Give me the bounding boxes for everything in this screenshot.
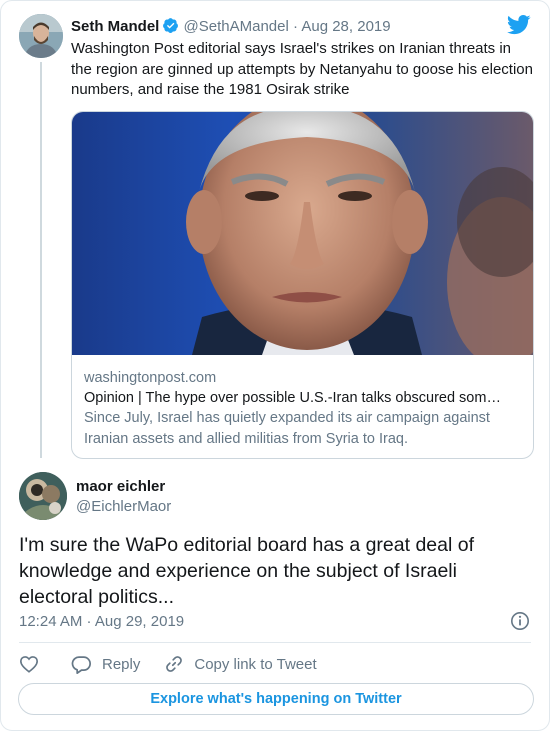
article-description: Since July, Israel has quietly expanded … bbox=[84, 410, 490, 447]
main-handle[interactable]: @EichlerMaor bbox=[76, 498, 171, 515]
article-thumbnail-image bbox=[72, 112, 533, 355]
thread-connector-line bbox=[40, 62, 42, 458]
copy-link-label: Copy link to Tweet bbox=[194, 655, 317, 673]
article-title: Opinion | The hype over possible U.S.-Ir… bbox=[84, 390, 501, 406]
verified-badge-icon bbox=[162, 17, 179, 38]
main-author-name[interactable]: maor eichler bbox=[76, 478, 165, 495]
tweet-actions-bar: Reply Copy link to Tweet bbox=[19, 653, 317, 675]
copy-link-button[interactable]: Copy link to Tweet bbox=[164, 654, 317, 674]
like-button[interactable] bbox=[19, 655, 39, 673]
parent-author-name[interactable]: Seth Mandel bbox=[71, 18, 159, 35]
header-separator: · bbox=[293, 18, 298, 35]
info-icon[interactable] bbox=[510, 611, 530, 636]
parent-handle[interactable]: @SethAMandel bbox=[184, 18, 289, 35]
article-domain: washingtonpost.com bbox=[84, 370, 217, 386]
reply-bubble-icon bbox=[71, 655, 91, 674]
article-link-card[interactable]: washingtonpost.com Opinion | The hype ov… bbox=[71, 111, 534, 459]
parent-tweet-text: Washington Post editorial says Israel's … bbox=[71, 40, 533, 98]
tweet-timestamp[interactable]: 12:24 AM · Aug 29, 2019 bbox=[19, 613, 184, 630]
main-tweet-text: I'm sure the WaPo editorial board has a … bbox=[19, 534, 475, 608]
seth-mandel-avatar[interactable] bbox=[19, 14, 63, 58]
twitter-logo-icon[interactable] bbox=[506, 15, 531, 40]
maor-eichler-avatar[interactable] bbox=[19, 472, 67, 520]
parent-date[interactable]: Aug 28, 2019 bbox=[301, 18, 390, 35]
explore-label: Explore what's happening on Twitter bbox=[150, 691, 402, 707]
explore-twitter-button[interactable]: Explore what's happening on Twitter bbox=[18, 683, 534, 715]
link-icon bbox=[166, 656, 183, 672]
embedded-tweet-card: Seth Mandel @SethAMandel · Aug 28, 2019 … bbox=[0, 0, 550, 731]
heart-icon bbox=[19, 656, 39, 673]
reply-label: Reply bbox=[102, 655, 141, 673]
parent-tweet-header: Seth Mandel @SethAMandel · Aug 28, 2019 bbox=[71, 17, 529, 37]
article-meta: washingtonpost.com Opinion | The hype ov… bbox=[84, 368, 521, 449]
actions-divider bbox=[19, 642, 531, 643]
reply-button[interactable]: Reply bbox=[71, 655, 140, 674]
